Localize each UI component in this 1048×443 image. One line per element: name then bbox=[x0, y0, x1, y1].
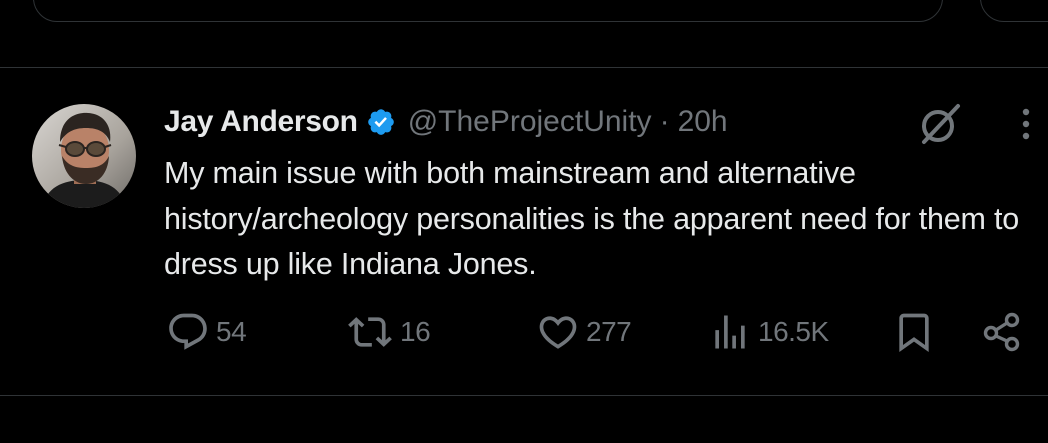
share-button[interactable] bbox=[980, 308, 1024, 356]
heart-icon bbox=[539, 316, 577, 349]
user-handle[interactable]: @TheProjectUnity bbox=[408, 105, 652, 139]
reply-count: 54 bbox=[216, 316, 247, 347]
reply-icon bbox=[169, 313, 207, 350]
views-icon bbox=[715, 315, 745, 349]
tweet-divider-top bbox=[0, 67, 1048, 68]
previous-reply-box bbox=[33, 0, 943, 22]
display-name[interactable]: Jay Anderson bbox=[164, 105, 358, 139]
more-vertical-icon[interactable] bbox=[1012, 104, 1040, 144]
verified-badge-icon[interactable] bbox=[366, 107, 396, 137]
bookmark-button[interactable] bbox=[892, 308, 936, 356]
timestamp[interactable]: 20h bbox=[678, 105, 728, 139]
tweet-text: My main issue with both mainstream and a… bbox=[164, 156, 1020, 281]
avatar-image bbox=[32, 104, 136, 208]
views-count: 16.5K bbox=[758, 316, 829, 347]
share-icon bbox=[983, 312, 1020, 352]
reply-button[interactable]: 54 bbox=[166, 308, 247, 356]
avatar[interactable] bbox=[32, 104, 136, 208]
repost-icon bbox=[348, 317, 392, 347]
tweet-divider-bottom bbox=[0, 395, 1048, 396]
previous-action-pill bbox=[980, 0, 1048, 22]
bookmark-icon bbox=[899, 313, 929, 353]
separator-dot: · bbox=[659, 105, 670, 138]
grok-icon[interactable] bbox=[916, 100, 964, 148]
like-button[interactable]: 277 bbox=[536, 308, 632, 356]
repost-count: 16 bbox=[400, 316, 431, 347]
repost-button[interactable]: 16 bbox=[346, 308, 431, 356]
views-button[interactable]: 16.5K bbox=[708, 308, 829, 356]
tweet-header: Jay Anderson @TheProjectUnity · 20h bbox=[164, 100, 728, 144]
like-count: 277 bbox=[586, 316, 632, 347]
